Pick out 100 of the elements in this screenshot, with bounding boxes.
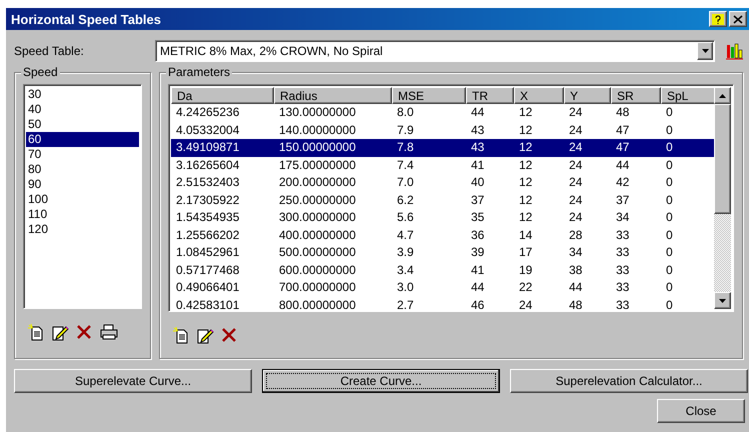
table-cell-text: 38: [568, 262, 584, 278]
table-row[interactable]: 4.24265236 130.00000000 8.0 44 12 24 48 0: [171, 104, 714, 122]
speed-item[interactable]: 110: [26, 207, 139, 222]
group-title: Speed: [21, 65, 60, 79]
table-row[interactable]: 0.57177468 600.00000000 3.4 41 19 38 33 0: [171, 262, 714, 279]
table-cell-text: 0: [665, 104, 674, 121]
table-cell-text: 24: [568, 122, 584, 138]
table-cell-text: 24: [568, 139, 584, 156]
table-cell-text: 12: [518, 139, 534, 156]
column-header[interactable]: Y: [564, 87, 611, 104]
column-header[interactable]: Da: [171, 87, 274, 104]
table-cell-text: 47: [615, 139, 630, 156]
close-button[interactable]: Close: [657, 399, 745, 423]
table-cell-text: 0.42583101: [175, 296, 240, 309]
table-cell-text: 150.00000000: [278, 139, 357, 156]
table-cell-text: 24: [568, 104, 584, 121]
table-cell-text: 3.0: [396, 279, 415, 296]
table-cell-text: 0: [665, 296, 674, 309]
speed-list[interactable]: 30 40 50 60 70 80 90 100 110 120: [23, 84, 142, 309]
table-cell-text: 200.00000000: [278, 174, 357, 191]
table-cell-text: 4.24265236: [175, 104, 240, 121]
table-cell-text: 250.00000000: [278, 192, 357, 208]
table-cell-text: 0: [665, 262, 674, 278]
table-cell-text: 0: [665, 192, 674, 208]
table-cell-text: 12: [518, 174, 534, 191]
table-cell-text: 3.49109871: [175, 139, 240, 156]
table-cell-text: 2.7: [396, 296, 415, 309]
table-cell-text: 46: [470, 296, 486, 309]
column-header[interactable]: X: [514, 87, 564, 104]
close-icon[interactable]: [729, 11, 747, 27]
speed-table-dropdown[interactable]: METRIC 8% Max, 2% CROWN, No Spiral: [155, 40, 715, 62]
table-cell-text: 0.49066401: [175, 279, 240, 296]
table-cell-text: 3.16265604: [175, 156, 240, 174]
table-cell-text: 130.00000000: [278, 104, 357, 121]
scroll-down-icon[interactable]: [714, 292, 731, 309]
table-row[interactable]: 1.08452961 500.00000000 3.9 39 17 34 33 0: [171, 244, 714, 262]
table-cell-text: 33: [615, 279, 630, 296]
table-row[interactable]: 4.05332004 140.00000000 7.9 43 12 24 47 0: [171, 122, 714, 139]
table-cell-text: 7.9: [396, 122, 415, 138]
table-cell-text: 37: [470, 192, 486, 208]
printer-icon[interactable]: [99, 323, 119, 341]
new-document-icon[interactable]: [172, 326, 190, 344]
column-header[interactable]: Radius: [274, 87, 392, 104]
speed-item[interactable]: 50: [26, 117, 139, 132]
table-cell-text: 19: [518, 262, 534, 278]
table-cell-text: 24: [568, 156, 584, 174]
column-header[interactable]: MSE: [392, 87, 466, 104]
column-header[interactable]: TR: [466, 87, 514, 104]
table-row[interactable]: 1.25566202 400.00000000 4.7 36 14 28 33 0: [171, 226, 714, 244]
scroll-thumb[interactable]: [714, 104, 731, 214]
table-cell-text: 1.25566202: [175, 226, 240, 244]
table-cell-text: 33: [615, 296, 630, 309]
table-cell-text: 12: [518, 156, 534, 174]
table-cell-text: 800.00000000: [278, 296, 357, 309]
speed-item[interactable]: 60: [26, 132, 139, 147]
table-row[interactable]: 3.49109871 150.00000000 7.8 43 12 24 47 0: [171, 139, 714, 156]
column-header[interactable]: SpL: [661, 87, 714, 104]
table-cell-text: 33: [615, 226, 630, 244]
table-cell-text: 7.0: [396, 174, 415, 191]
speed-item[interactable]: 30: [26, 87, 139, 102]
action-button[interactable]: Superelevation Calculator...: [510, 369, 748, 393]
table-cell-text: 33: [615, 244, 630, 261]
table-cell-text: 0: [665, 209, 674, 226]
delete-icon[interactable]: [220, 326, 238, 344]
action-button[interactable]: Create Curve...: [262, 369, 500, 393]
table-cell-text: 0.57177468: [175, 262, 240, 278]
table-cell-text: 5.6: [396, 209, 415, 226]
table-cell-text: 700.00000000: [278, 279, 357, 296]
speed-item[interactable]: 90: [26, 177, 139, 192]
table-row[interactable]: 1.54354935 300.00000000 5.6 35 12 24 34 0: [171, 209, 714, 226]
scroll-up-icon[interactable]: [714, 87, 731, 104]
speed-item[interactable]: 120: [26, 222, 139, 237]
action-button[interactable]: Superelevate Curve...: [14, 369, 252, 393]
scrollbar[interactable]: [714, 87, 731, 309]
table-cell-text: 34: [568, 244, 584, 261]
table-cell-text: 12: [518, 104, 534, 121]
speed-table-label: Speed Table:: [14, 44, 85, 58]
table-cell-text: 36: [470, 226, 486, 244]
speed-item[interactable]: 70: [26, 147, 139, 162]
table-cell-text: 7.8: [396, 139, 415, 156]
new-document-icon[interactable]: [27, 323, 45, 341]
table-cell-text: 41: [470, 262, 486, 278]
speed-item[interactable]: 40: [26, 102, 139, 117]
column-header[interactable]: SR: [611, 87, 661, 104]
delete-icon[interactable]: [75, 323, 93, 341]
table-cell-text: 12: [518, 192, 534, 208]
table-cell-text: 12: [518, 122, 534, 138]
table-cell-text: 0: [665, 226, 674, 244]
speed-item[interactable]: 100: [26, 192, 139, 207]
table-row[interactable]: 0.42583101 800.00000000 2.7 46 24 48 33 0: [171, 296, 714, 309]
table-row[interactable]: 0.49066401 700.00000000 3.0 44 22 44 33 0: [171, 279, 714, 296]
table-row[interactable]: 2.17305922 250.00000000 6.2 37 12 24 37 0: [171, 192, 714, 209]
table-row[interactable]: 2.51532403 200.00000000 7.0 40 12 24 42 0: [171, 174, 714, 192]
table-row[interactable]: 3.16265604 175.00000000 7.4 41 12 24 44 0: [171, 156, 714, 174]
speed-item[interactable]: 80: [26, 162, 139, 177]
table-cell-text: 22: [518, 279, 534, 296]
help-icon[interactable]: [709, 11, 727, 27]
bar-chart-icon[interactable]: [725, 42, 743, 60]
table-cell-text: 2.51532403: [175, 174, 240, 191]
group-title: Parameters: [166, 65, 232, 79]
